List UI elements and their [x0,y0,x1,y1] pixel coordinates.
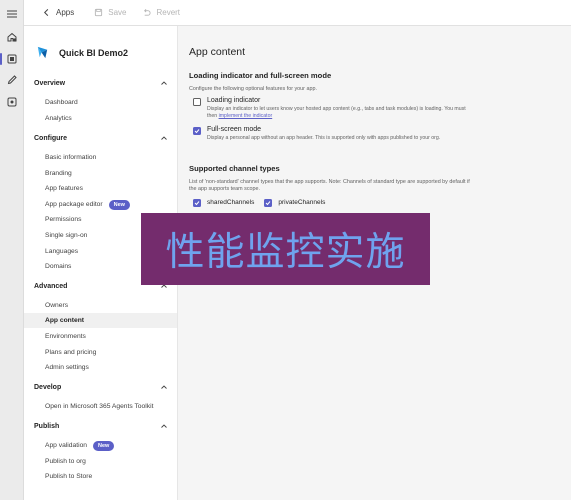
new-badge: New [108,199,130,210]
section-title: Publish [34,422,60,430]
loading-section-heading: Loading indicator and full-screen mode [189,71,332,80]
sidebar-item-open-in-agents-toolkit[interactable]: Open in Microsoft 365 Agents Toolkit [24,399,177,414]
option-loading-indicator: Loading indicator Display an indicator t… [193,97,469,120]
sidebar-item-owners[interactable]: Owners [24,298,177,313]
private-channels-checkbox[interactable] [264,199,273,207]
sidebar-item-plans-and-pricing[interactable]: Plans and pricing [24,345,177,360]
edit-icon[interactable] [5,73,19,87]
option-full-screen-mode: Full-screen mode Display a personal app … [193,126,469,142]
chevron-up-icon [161,385,167,389]
sidebar-item-app-content[interactable]: App content [24,313,177,328]
loading-section-description: Configure the following optional feature… [189,86,317,92]
channel-types: sharedChannels privateChannels [193,198,325,207]
chevron-up-icon [161,424,167,428]
chevron-up-icon [161,136,167,140]
sidebar-item-app-package-editor[interactable]: App package editor New [24,197,177,212]
sidebar-item-dashboard[interactable]: Dashboard [24,95,177,110]
rail-active-indicator [0,53,2,65]
page-title: App content [189,46,246,58]
section-publish[interactable]: Publish [34,419,168,433]
channel-label: privateChannels [278,199,326,206]
sidebar-item-branding[interactable]: Branding [24,166,177,181]
option-description: Display an indicator to let users know y… [207,106,466,119]
section-overview[interactable]: Overview [34,76,168,90]
home-icon[interactable] [5,30,19,44]
section-configure[interactable]: Configure [34,131,168,145]
sidebar-item-app-validation[interactable]: App validation New [24,438,177,453]
sidebar-item-app-features[interactable]: App features [24,181,177,196]
overlay-banner-text: 性能监控实施 [165,230,406,275]
loading-indicator-checkbox[interactable] [193,98,201,106]
option-label: Loading indicator [207,97,261,104]
app-logo-icon [37,46,48,59]
overlay-banner: 性能监控实施 [141,213,430,285]
sidebar-item-publish-to-store[interactable]: Publish to Store [24,469,177,484]
checkmark-icon [265,201,271,206]
section-title: Advanced [34,282,68,290]
channel-private: privateChannels [264,198,325,207]
save-button[interactable]: Save [94,8,126,17]
bot-icon[interactable] [5,95,19,109]
back-label: Apps [56,8,75,17]
implement-indicator-link[interactable]: implement the indicator [219,113,273,119]
app-name: Quick BI Demo2 [59,47,129,58]
checkmark-icon [194,201,200,206]
chevron-left-icon [43,8,49,17]
shared-channels-checkbox[interactable] [193,199,201,207]
revert-label: Revert [156,8,181,17]
sidebar-item-admin-settings[interactable]: Admin settings [24,360,177,375]
full-screen-mode-checkbox[interactable] [193,127,201,135]
sidebar-item-analytics[interactable]: Analytics [24,111,177,126]
section-title: Overview [34,79,66,87]
chevron-up-icon [161,81,167,85]
channel-shared: sharedChannels [193,198,254,207]
left-rail [0,0,24,500]
app-header: Quick BI Demo2 [35,45,128,60]
section-title: Configure [34,134,68,142]
channel-section-heading: Supported channel types [189,164,280,173]
top-bar: Apps Save Revert [24,0,571,26]
sidebar-item-environments[interactable]: Environments [24,329,177,344]
new-badge: New [93,440,115,451]
section-develop[interactable]: Develop [34,380,168,394]
apps-icon[interactable] [5,52,19,66]
checkmark-icon [194,129,200,134]
sidebar-item-publish-to-org[interactable]: Publish to org [24,454,177,469]
save-label: Save [108,8,127,17]
save-icon [95,8,103,17]
channel-section-description: List of 'non-standard' channel types tha… [189,179,470,192]
back-button[interactable]: Apps [42,8,74,17]
option-description: Display a personal app without an app he… [207,135,441,141]
menu-icon[interactable] [5,7,19,21]
revert-button[interactable]: Revert [142,8,180,17]
channel-label: sharedChannels [207,199,255,206]
sidebar-item-basic-information[interactable]: Basic information [24,150,177,165]
option-label: Full-screen mode [207,126,262,133]
section-title: Develop [34,383,62,391]
revert-icon [144,9,152,16]
